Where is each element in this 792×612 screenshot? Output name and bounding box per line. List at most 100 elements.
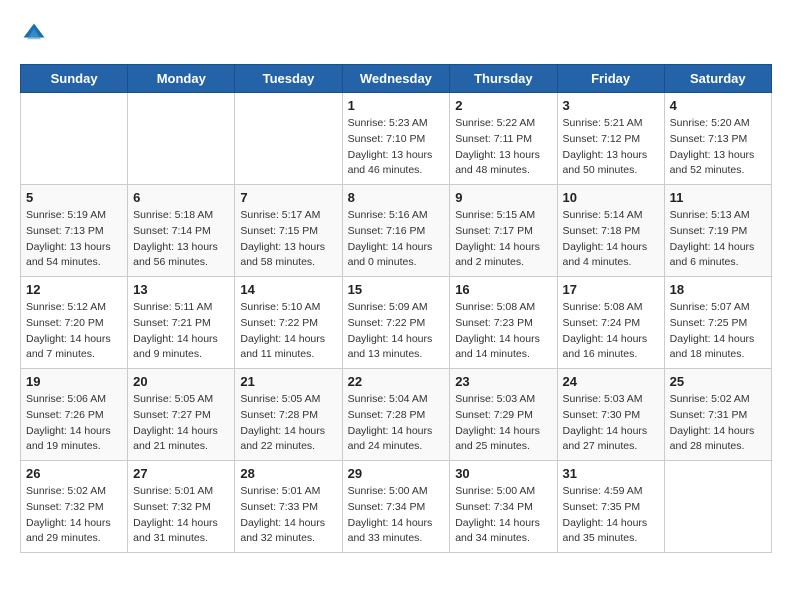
day-info: Sunrise: 5:03 AMSunset: 7:29 PMDaylight:… (455, 392, 551, 455)
day-info: Sunrise: 5:20 AMSunset: 7:13 PMDaylight:… (670, 116, 766, 179)
calendar-cell: 18 Sunrise: 5:07 AMSunset: 7:25 PMDayligh… (664, 277, 771, 369)
calendar-cell: 11 Sunrise: 5:13 AMSunset: 7:19 PMDayligh… (664, 185, 771, 277)
day-number: 25 (670, 374, 766, 389)
calendar-cell: 28 Sunrise: 5:01 AMSunset: 7:33 PMDayligh… (235, 461, 342, 553)
day-number: 12 (26, 282, 122, 297)
day-number: 5 (26, 190, 122, 205)
day-info: Sunrise: 5:23 AMSunset: 7:10 PMDaylight:… (348, 116, 445, 179)
calendar-cell: 20Sunrise: 5:05 AMSunset: 7:27 PMDayligh… (128, 369, 235, 461)
day-number: 10 (563, 190, 659, 205)
calendar-cell: 23 Sunrise: 5:03 AMSunset: 7:29 PMDayligh… (450, 369, 557, 461)
calendar-cell: 2 Sunrise: 5:22 AMSunset: 7:11 PMDaylight… (450, 93, 557, 185)
day-number: 17 (563, 282, 659, 297)
day-number: 21 (240, 374, 336, 389)
calendar-cell: 4 Sunrise: 5:20 AMSunset: 7:13 PMDaylight… (664, 93, 771, 185)
day-number: 11 (670, 190, 766, 205)
calendar-cell: 26Sunrise: 5:02 AMSunset: 7:32 PMDayligh… (21, 461, 128, 553)
day-info: Sunrise: 5:17 AMSunset: 7:15 PMDaylight:… (240, 208, 336, 271)
day-number: 15 (348, 282, 445, 297)
day-info: Sunrise: 5:05 AMSunset: 7:28 PMDaylight:… (240, 392, 336, 455)
calendar-cell (235, 93, 342, 185)
calendar-cell: 8 Sunrise: 5:16 AMSunset: 7:16 PMDaylight… (342, 185, 450, 277)
day-header-tuesday: Tuesday (235, 65, 342, 93)
day-info: Sunrise: 5:12 AMSunset: 7:20 PMDaylight:… (26, 300, 122, 363)
day-number: 4 (670, 98, 766, 113)
day-number: 14 (240, 282, 336, 297)
calendar-cell: 10 Sunrise: 5:14 AMSunset: 7:18 PMDayligh… (557, 185, 664, 277)
day-info: Sunrise: 5:10 AMSunset: 7:22 PMDaylight:… (240, 300, 336, 363)
day-info: Sunrise: 5:16 AMSunset: 7:16 PMDaylight:… (348, 208, 445, 271)
day-header-thursday: Thursday (450, 65, 557, 93)
calendar-cell: 6 Sunrise: 5:18 AMSunset: 7:14 PMDaylight… (128, 185, 235, 277)
logo-icon (20, 20, 48, 48)
day-number: 13 (133, 282, 229, 297)
calendar-cell: 1 Sunrise: 5:23 AMSunset: 7:10 PMDaylight… (342, 93, 450, 185)
calendar-cell: 14 Sunrise: 5:10 AMSunset: 7:22 PMDayligh… (235, 277, 342, 369)
day-number: 9 (455, 190, 551, 205)
calendar-cell: 31Sunrise: 4:59 AMSunset: 7:35 PMDayligh… (557, 461, 664, 553)
day-header-saturday: Saturday (664, 65, 771, 93)
page-header (20, 20, 772, 48)
calendar-cell: 21 Sunrise: 5:05 AMSunset: 7:28 PMDayligh… (235, 369, 342, 461)
week-row-3: 12 Sunrise: 5:12 AMSunset: 7:20 PMDayligh… (21, 277, 772, 369)
day-info: Sunrise: 5:21 AMSunset: 7:12 PMDaylight:… (563, 116, 659, 179)
day-info: Sunrise: 5:18 AMSunset: 7:14 PMDaylight:… (133, 208, 229, 271)
day-number: 28 (240, 466, 336, 481)
day-info: Sunrise: 5:04 AMSunset: 7:28 PMDaylight:… (348, 392, 445, 455)
day-info: Sunrise: 5:01 AMSunset: 7:33 PMDaylight:… (240, 484, 336, 547)
calendar-cell (128, 93, 235, 185)
day-number: 3 (563, 98, 659, 113)
week-row-1: 1 Sunrise: 5:23 AMSunset: 7:10 PMDaylight… (21, 93, 772, 185)
day-info: Sunrise: 5:08 AMSunset: 7:23 PMDaylight:… (455, 300, 551, 363)
calendar-cell: 17 Sunrise: 5:08 AMSunset: 7:24 PMDayligh… (557, 277, 664, 369)
day-number: 20 (133, 374, 229, 389)
day-number: 23 (455, 374, 551, 389)
day-number: 22 (348, 374, 445, 389)
day-info: Sunrise: 5:15 AMSunset: 7:17 PMDaylight:… (455, 208, 551, 271)
week-row-4: 19 Sunrise: 5:06 AMSunset: 7:26 PMDayligh… (21, 369, 772, 461)
calendar-cell: 30 Sunrise: 5:00 AMSunset: 7:34 PMDayligh… (450, 461, 557, 553)
day-number: 6 (133, 190, 229, 205)
day-header-monday: Monday (128, 65, 235, 93)
day-number: 16 (455, 282, 551, 297)
calendar-cell: 16 Sunrise: 5:08 AMSunset: 7:23 PMDayligh… (450, 277, 557, 369)
day-info: Sunrise: 5:07 AMSunset: 7:25 PMDaylight:… (670, 300, 766, 363)
logo (20, 20, 52, 48)
calendar-cell: 27Sunrise: 5:01 AMSunset: 7:32 PMDayligh… (128, 461, 235, 553)
day-number: 7 (240, 190, 336, 205)
week-row-2: 5 Sunrise: 5:19 AMSunset: 7:13 PMDaylight… (21, 185, 772, 277)
header-row: SundayMondayTuesdayWednesdayThursdayFrid… (21, 65, 772, 93)
day-number: 26 (26, 466, 122, 481)
calendar-cell: 22 Sunrise: 5:04 AMSunset: 7:28 PMDayligh… (342, 369, 450, 461)
calendar-cell: 9 Sunrise: 5:15 AMSunset: 7:17 PMDaylight… (450, 185, 557, 277)
day-info: Sunrise: 5:06 AMSunset: 7:26 PMDaylight:… (26, 392, 122, 455)
calendar-cell: 15Sunrise: 5:09 AMSunset: 7:22 PMDayligh… (342, 277, 450, 369)
day-number: 8 (348, 190, 445, 205)
day-info: Sunrise: 5:00 AMSunset: 7:34 PMDaylight:… (348, 484, 445, 547)
day-info: Sunrise: 5:08 AMSunset: 7:24 PMDaylight:… (563, 300, 659, 363)
day-info: Sunrise: 5:14 AMSunset: 7:18 PMDaylight:… (563, 208, 659, 271)
calendar-cell: 3 Sunrise: 5:21 AMSunset: 7:12 PMDaylight… (557, 93, 664, 185)
day-info: Sunrise: 4:59 AMSunset: 7:35 PMDaylight:… (563, 484, 659, 547)
day-number: 18 (670, 282, 766, 297)
calendar-cell: 12 Sunrise: 5:12 AMSunset: 7:20 PMDayligh… (21, 277, 128, 369)
day-number: 19 (26, 374, 122, 389)
day-number: 30 (455, 466, 551, 481)
day-header-sunday: Sunday (21, 65, 128, 93)
calendar-cell: 29 Sunrise: 5:00 AMSunset: 7:34 PMDayligh… (342, 461, 450, 553)
calendar-cell (664, 461, 771, 553)
day-number: 2 (455, 98, 551, 113)
day-header-friday: Friday (557, 65, 664, 93)
calendar-cell: 7 Sunrise: 5:17 AMSunset: 7:15 PMDaylight… (235, 185, 342, 277)
day-number: 29 (348, 466, 445, 481)
day-info: Sunrise: 5:22 AMSunset: 7:11 PMDaylight:… (455, 116, 551, 179)
calendar-cell (21, 93, 128, 185)
day-info: Sunrise: 5:03 AMSunset: 7:30 PMDaylight:… (563, 392, 659, 455)
day-info: Sunrise: 5:13 AMSunset: 7:19 PMDaylight:… (670, 208, 766, 271)
calendar-cell: 25Sunrise: 5:02 AMSunset: 7:31 PMDayligh… (664, 369, 771, 461)
calendar-cell: 5 Sunrise: 5:19 AMSunset: 7:13 PMDaylight… (21, 185, 128, 277)
day-number: 1 (348, 98, 445, 113)
day-info: Sunrise: 5:00 AMSunset: 7:34 PMDaylight:… (455, 484, 551, 547)
calendar-table: SundayMondayTuesdayWednesdayThursdayFrid… (20, 64, 772, 553)
day-info: Sunrise: 5:19 AMSunset: 7:13 PMDaylight:… (26, 208, 122, 271)
